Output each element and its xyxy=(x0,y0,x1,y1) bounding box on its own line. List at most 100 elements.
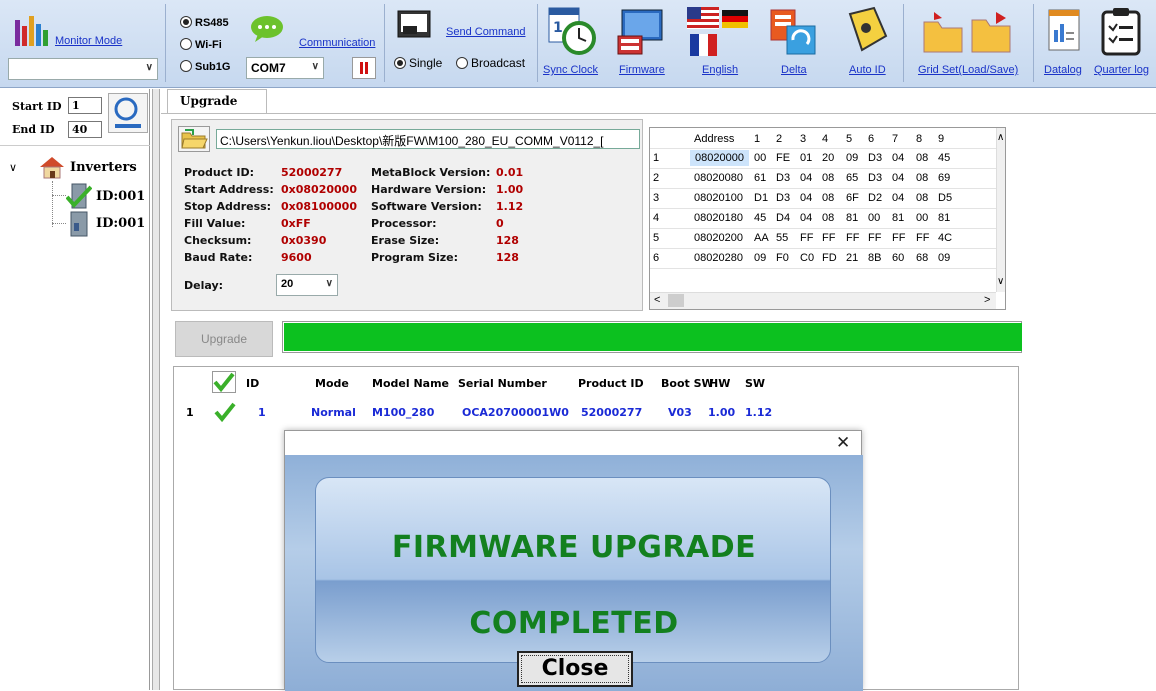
list-cell: V03 xyxy=(668,406,692,419)
hex-row-divider xyxy=(650,208,996,209)
hex-byte-cell: 09 xyxy=(754,252,767,264)
comm-sub1g-radio[interactable]: Sub1G xyxy=(180,59,230,73)
file-path-field[interactable]: C:\Users\Yenkun.liou\Desktop\新版FW\M100_2… xyxy=(216,129,640,149)
list-column-header: HW xyxy=(709,377,731,390)
broadcast-radio[interactable]: Broadcast xyxy=(456,56,525,70)
hex-byte-cell: 09 xyxy=(846,152,859,164)
hex-address-cell: 08020080 xyxy=(694,172,743,184)
hex-byte-cell: 4C xyxy=(938,232,953,244)
inverter-checked-icon xyxy=(65,183,93,209)
terminal-icon[interactable] xyxy=(397,10,431,42)
hex-byte-cell: FF xyxy=(892,232,906,244)
hex-horizontal-scrollbar[interactable] xyxy=(650,292,996,309)
sync-clock-link[interactable]: Sync Clock xyxy=(543,64,598,76)
hex-data-grid[interactable]: Address 1 2 3 4 5 6 7 8 9 1 08020000 00 FE 01 20 09 D3 04 0… xyxy=(649,127,1006,310)
upgrade-progress-bar xyxy=(282,321,1022,353)
list-cell: M100_280 xyxy=(372,406,435,419)
delta-link[interactable]: Delta xyxy=(781,64,807,76)
processor-label: Processor: xyxy=(371,217,437,230)
hex-row-number: 1 xyxy=(653,152,660,164)
hex-byte-cell: 81 xyxy=(846,212,859,224)
pause-button[interactable] xyxy=(352,57,376,79)
row-check-icon[interactable] xyxy=(214,402,236,425)
list-cell: 1.12 xyxy=(745,406,773,419)
folder-load-icon[interactable] xyxy=(922,10,966,56)
hex-byte-cell: 65 xyxy=(846,172,859,184)
search-icon[interactable] xyxy=(108,93,148,133)
tree-item-inverter[interactable]: ID:001 xyxy=(96,189,145,204)
hex-byte-cell: 81 xyxy=(938,212,951,224)
com-port-select[interactable]: COM7 ∨ xyxy=(246,57,324,79)
splitter[interactable] xyxy=(152,89,160,690)
list-column-header: ID xyxy=(246,377,260,390)
hex-row-divider xyxy=(650,248,996,249)
hex-byte-cell: 69 xyxy=(938,172,951,184)
upgrade-button[interactable]: Upgrade xyxy=(175,321,273,357)
hex-byte-cell: 68 xyxy=(916,252,929,264)
send-command-link[interactable]: Send Command xyxy=(446,26,526,38)
hex-byte-cell: D2 xyxy=(868,192,883,204)
monitor-mode-select[interactable]: ∨ xyxy=(8,58,158,80)
hex-address-cell: 08020180 xyxy=(694,212,743,224)
hex-byte-cell: FF xyxy=(800,232,814,244)
hex-byte-cell: 8B xyxy=(868,252,882,264)
tab-upgrade[interactable]: Upgrade xyxy=(167,89,267,113)
house-icon xyxy=(38,155,66,179)
monitor-mode-link[interactable]: Monitor Mode xyxy=(55,35,122,47)
grid-set-link[interactable]: Grid Set(Load/Save) xyxy=(918,64,1018,76)
hex-column-header: 5 xyxy=(846,133,853,145)
end-id-input[interactable]: 40 xyxy=(68,121,102,138)
tree-root-inverters[interactable]: Inverters xyxy=(70,160,137,175)
datalog-icon[interactable] xyxy=(1047,8,1081,56)
english-link[interactable]: English xyxy=(702,64,738,76)
hex-address-cell: 08020200 xyxy=(694,232,743,244)
communication-link[interactable]: Communication xyxy=(299,37,375,49)
list-cell: OCA20700001W0 xyxy=(462,406,569,419)
single-radio[interactable]: Single xyxy=(394,56,442,70)
hex-byte-cell: D1 xyxy=(754,192,769,204)
comm-rs485-radio[interactable]: RS485 xyxy=(180,15,229,29)
chevron-down-icon: ∨ xyxy=(145,62,153,73)
delay-select[interactable]: 20 ∨ xyxy=(276,274,338,296)
erase-size-value: 128 xyxy=(496,234,519,247)
delta-swap-icon[interactable] xyxy=(767,8,819,58)
sync-clock-icon[interactable]: 1 xyxy=(547,6,599,56)
auto-id-icon[interactable] xyxy=(844,6,890,58)
chevron-down-icon: ∨ xyxy=(311,61,319,72)
hex-row-number: 3 xyxy=(653,192,660,204)
bar-chart-icon[interactable] xyxy=(14,14,52,48)
hex-byte-cell: 61 xyxy=(754,172,767,184)
close-button[interactable]: Close xyxy=(517,651,633,687)
open-folder-icon[interactable] xyxy=(178,126,210,152)
language-flags-icon[interactable] xyxy=(686,6,750,58)
close-icon[interactable]: ✕ xyxy=(836,433,850,453)
quarter-log-icon[interactable] xyxy=(1099,6,1143,58)
hex-byte-cell: 00 xyxy=(868,212,881,224)
hex-byte-cell: 04 xyxy=(892,172,905,184)
software-version-value: 1.12 xyxy=(496,200,524,213)
hex-byte-cell: 04 xyxy=(892,192,905,204)
list-column-header: Mode xyxy=(315,377,349,390)
stop-address-value: 0x08100000 xyxy=(281,200,357,213)
chevron-down-icon[interactable]: ∨ xyxy=(9,161,17,174)
tree-item-inverter[interactable]: ID:001 xyxy=(96,216,145,231)
comm-wifi-radio[interactable]: Wi-Fi xyxy=(180,37,222,51)
quarter-log-link[interactable]: Quarter log xyxy=(1094,64,1149,76)
folder-save-icon[interactable] xyxy=(970,8,1014,56)
start-id-input[interactable]: 1 xyxy=(68,97,102,114)
hex-vertical-scrollbar[interactable] xyxy=(996,128,1005,292)
firmware-link[interactable]: Firmware xyxy=(619,64,665,76)
list-column-header: Boot SW xyxy=(661,377,714,390)
datalog-link[interactable]: Datalog xyxy=(1044,64,1082,76)
hex-byte-cell: 04 xyxy=(800,172,813,184)
toolbar: Monitor Mode ∨ RS485 Wi-Fi Sub1G Communi… xyxy=(0,0,1156,88)
firmware-icon[interactable] xyxy=(616,8,666,58)
hex-byte-cell: D3 xyxy=(868,152,883,164)
auto-id-link[interactable]: Auto ID xyxy=(849,64,886,76)
hex-scroll-thumb[interactable] xyxy=(668,294,684,307)
hex-byte-cell: 08 xyxy=(916,172,929,184)
hex-byte-cell: 09 xyxy=(938,252,951,264)
select-all-check-icon[interactable] xyxy=(212,371,236,393)
metablock-version-value: 0.01 xyxy=(496,166,524,179)
hex-byte-cell: 00 xyxy=(916,212,929,224)
